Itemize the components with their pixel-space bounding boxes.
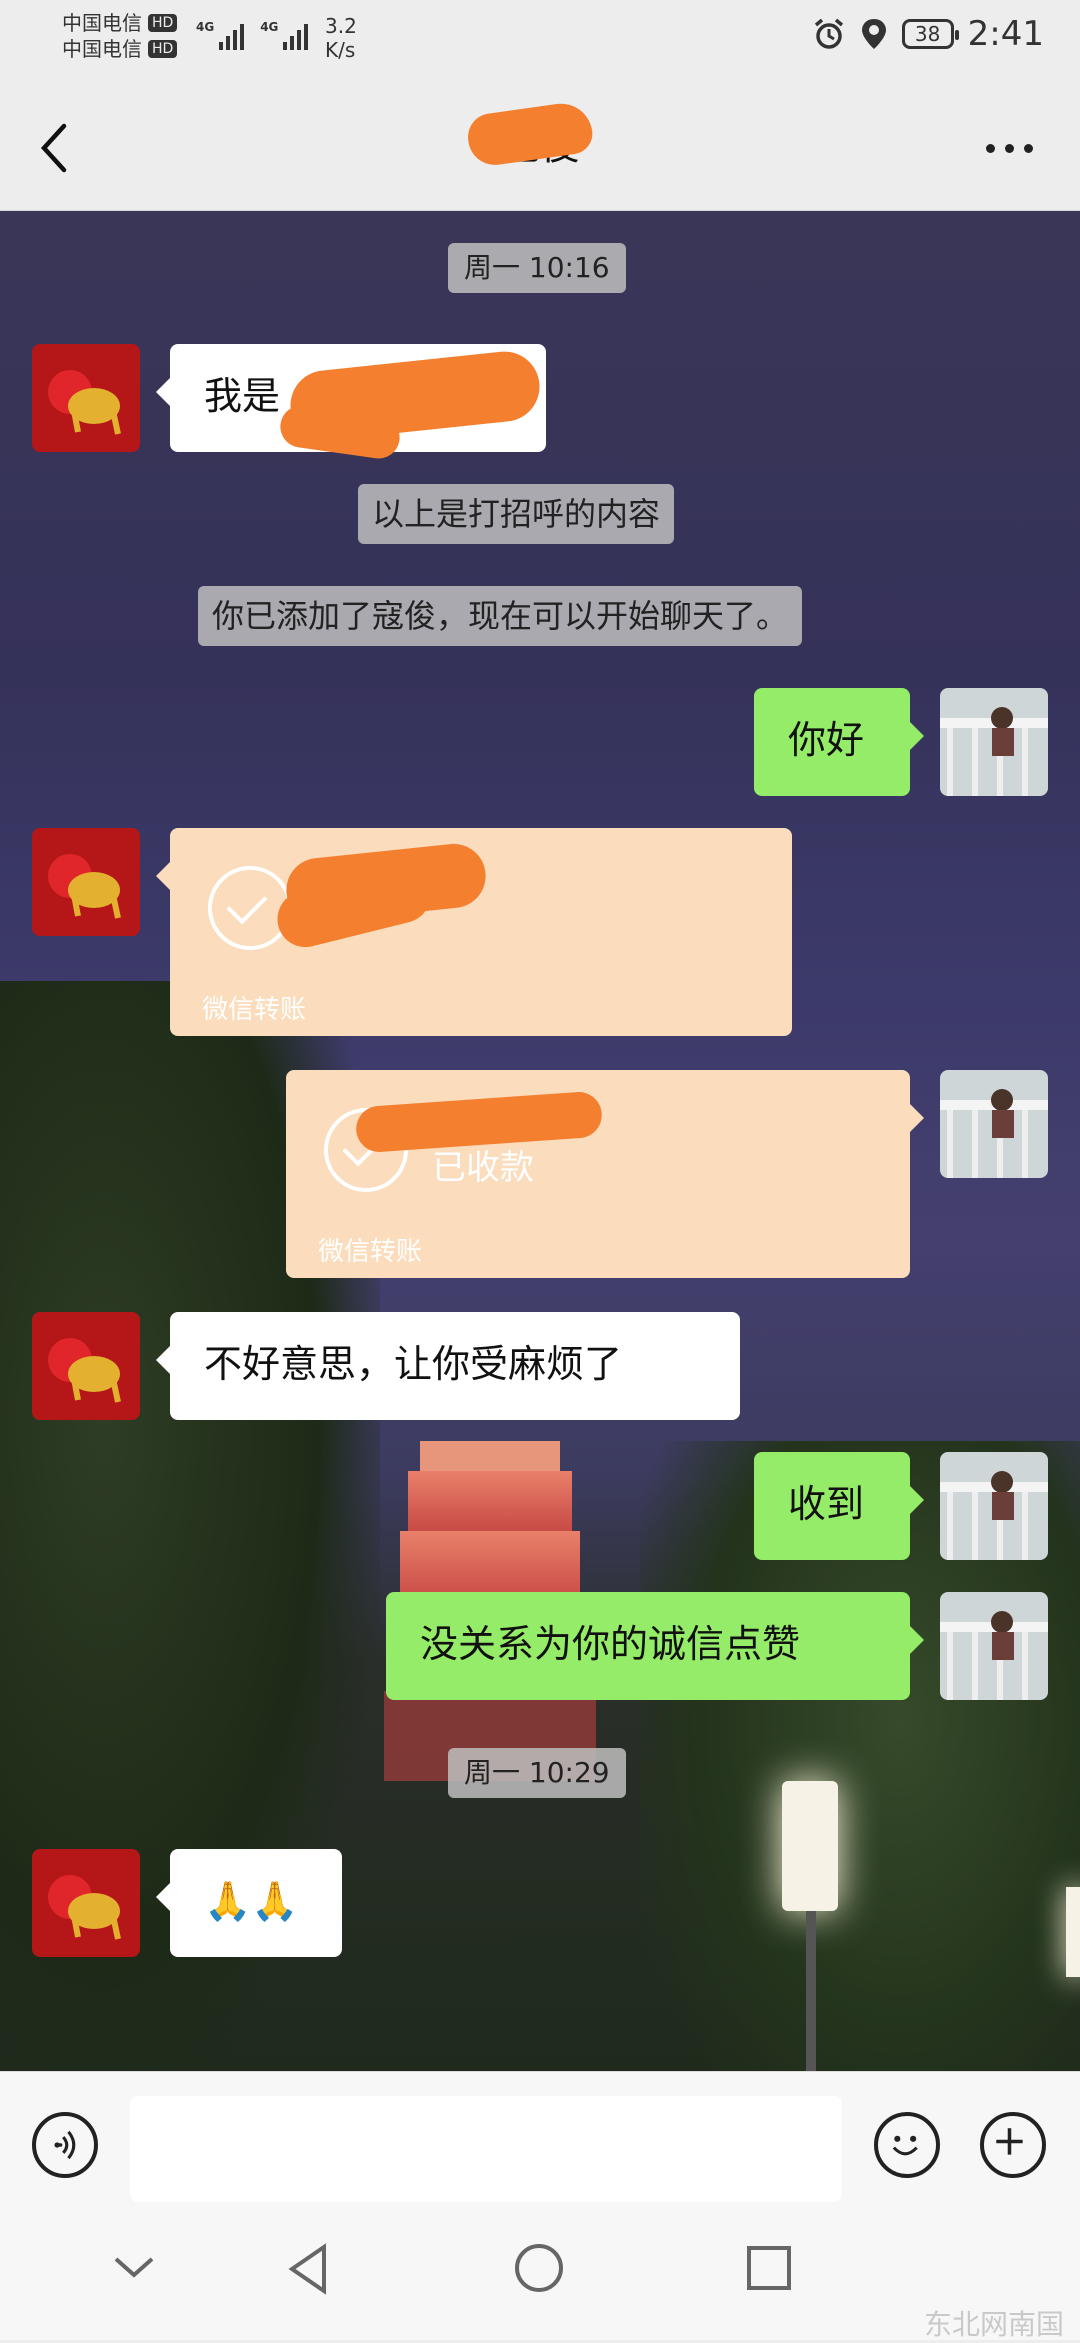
message-text: 没关系为你的诚信点赞 <box>420 1622 801 1666</box>
signal-2-icon: 4G <box>260 20 309 50</box>
avatar[interactable] <box>32 344 140 452</box>
message-text: 🙏🙏 <box>204 1879 299 1923</box>
signal-1-icon: 4G <box>196 20 245 50</box>
hd-badge-2: HD <box>148 40 178 58</box>
transfer-status: 已收款 <box>432 1148 534 1188</box>
chevron-left-icon[interactable] <box>30 118 80 178</box>
message-text: 收到 <box>788 1482 865 1526</box>
avatar-image <box>32 1312 140 1420</box>
hd-badge-1: HD <box>148 14 178 32</box>
carrier-info: 中国电信 HD 中国电信 HD <box>62 10 178 62</box>
signal-icons: 4G 4G <box>196 20 309 50</box>
avatar-image <box>32 344 140 452</box>
battery-icon: 38 <box>901 19 959 49</box>
message-bubble-received[interactable]: 🙏🙏 <box>156 1849 342 1957</box>
location-icon <box>861 19 886 49</box>
avatar[interactable] <box>32 1312 140 1420</box>
network-type-2: 4G <box>260 20 279 34</box>
avatar-image <box>32 828 140 936</box>
avatar-self[interactable] <box>940 1070 1048 1178</box>
battery-level: 38 <box>914 22 941 46</box>
emoji-icon[interactable] <box>874 2112 940 2178</box>
background-pagoda <box>384 1441 596 1781</box>
avatar-self[interactable] <box>940 1452 1048 1560</box>
background-lamp <box>782 1781 838 1911</box>
more-dots-icon[interactable] <box>986 128 1046 168</box>
voice-icon[interactable] <box>32 2112 98 2178</box>
watermark: 东北网南国 <box>923 2308 1064 2341</box>
system-message: 你已添加了寇俊，现在可以开始聊天了。 <box>198 586 803 646</box>
status-bar: 中国电信 HD 中国电信 HD 4G 4G 3.2 K/s 38 2:41 <box>0 0 1080 80</box>
message-bubble-received[interactable]: 不好意思，让你受麻烦了 <box>156 1312 740 1420</box>
avatar-self-image <box>940 1592 1048 1700</box>
chat-area[interactable]: 周一 10:16 我是 以上是打招呼的内容 你已添加了寇俊，现在可以开始聊天了。… <box>0 211 1080 2071</box>
carrier-2: 中国电信 <box>62 37 142 61</box>
alarm-icon <box>814 18 843 49</box>
speed-value: 3.2 <box>325 14 357 38</box>
timestamp: 周一 10:16 <box>448 243 626 293</box>
back-triangle-icon[interactable] <box>284 2241 332 2297</box>
avatar[interactable] <box>32 1849 140 1957</box>
avatar-self-image <box>940 688 1048 796</box>
message-text: 你好 <box>788 718 865 762</box>
status-time: 2:41 <box>967 14 1044 54</box>
message-bubble-sent[interactable]: 没关系为你的诚信点赞 <box>386 1592 924 1700</box>
network-speed: 3.2 K/s <box>325 14 357 62</box>
collapse-icon[interactable] <box>112 2253 156 2283</box>
avatar-self-image <box>940 1070 1048 1178</box>
plus-icon[interactable] <box>980 2112 1046 2178</box>
avatar-self[interactable] <box>940 1592 1048 1700</box>
system-message: 以上是打招呼的内容 <box>358 484 675 544</box>
home-circle-icon[interactable] <box>512 2241 566 2295</box>
avatar-self-image <box>940 1452 1048 1560</box>
message-bubble-sent[interactable]: 你好 <box>754 688 924 796</box>
carrier-1: 中国电信 <box>62 11 142 35</box>
message-text: 我是 <box>204 374 281 418</box>
transfer-card[interactable]: 已收款 微信转账 <box>286 1070 924 1278</box>
recents-square-icon[interactable] <box>744 2243 794 2293</box>
avatar-image <box>32 1849 140 1957</box>
avatar-self[interactable] <box>940 688 1048 796</box>
timestamp: 周一 10:29 <box>448 1748 626 1798</box>
transfer-footer: 微信转账 <box>318 1237 423 1267</box>
system-nav-bar: 东北网南国 <box>0 2207 1080 2341</box>
transfer-footer: 微信转账 <box>202 995 307 1025</box>
speed-unit: K/s <box>325 38 356 62</box>
avatar[interactable] <box>32 828 140 936</box>
input-bar <box>0 2071 1080 2208</box>
message-text: 不好意思，让你受麻烦了 <box>204 1342 623 1386</box>
network-type-1: 4G <box>196 20 215 34</box>
message-bubble-sent[interactable]: 收到 <box>754 1452 924 1560</box>
background-lamp-pole <box>806 1911 816 2071</box>
message-input[interactable] <box>130 2096 842 2202</box>
background-lamp-2 <box>1066 1887 1080 1977</box>
